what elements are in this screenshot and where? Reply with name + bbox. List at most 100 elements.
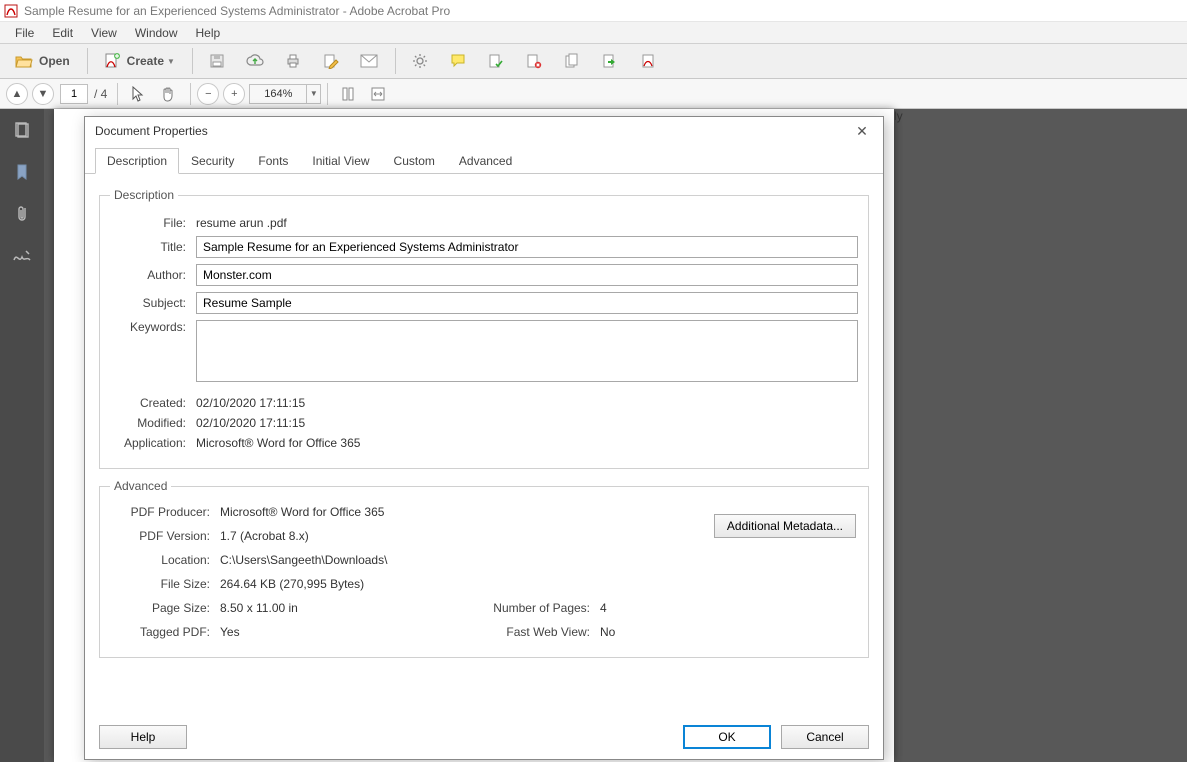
- gear-button[interactable]: [402, 47, 438, 75]
- page-copy-icon: [563, 52, 581, 70]
- nav-thumbnails-icon[interactable]: [11, 119, 33, 141]
- select-tool-button[interactable]: [124, 80, 152, 108]
- tab-custom[interactable]: Custom: [382, 148, 447, 174]
- remove-page-button[interactable]: [516, 47, 552, 75]
- main-toolbar: Open Create ▼: [0, 44, 1187, 79]
- label-modified: Modified:: [110, 416, 196, 430]
- ok-button[interactable]: OK: [683, 725, 771, 749]
- menu-file[interactable]: File: [6, 23, 43, 43]
- nav-attachments-icon[interactable]: [11, 203, 33, 225]
- help-button[interactable]: Help: [99, 725, 187, 749]
- label-producer: PDF Producer:: [110, 505, 220, 519]
- document-properties-dialog: Document Properties ✕ Description Securi…: [84, 116, 884, 760]
- advanced-group: Advanced PDF Producer: Microsoft® Word f…: [99, 479, 869, 658]
- fit-page-icon: [339, 85, 357, 103]
- menu-edit[interactable]: Edit: [43, 23, 82, 43]
- label-author: Author:: [110, 268, 196, 282]
- dialog-footer: Help OK Cancel: [99, 725, 869, 749]
- label-filesize: File Size:: [110, 577, 220, 591]
- copy-page-button[interactable]: [554, 47, 590, 75]
- page-total: / 4: [94, 87, 107, 101]
- keywords-input[interactable]: [196, 320, 858, 382]
- tab-fonts[interactable]: Fonts: [246, 148, 300, 174]
- value-modified: 02/10/2020 17:11:15: [196, 416, 305, 430]
- tab-security[interactable]: Security: [179, 148, 246, 174]
- label-fastweb: Fast Web View:: [480, 625, 600, 639]
- dialog-body: Description File:resume arun .pdf Title:…: [85, 174, 883, 658]
- open-button[interactable]: Open: [6, 47, 79, 75]
- value-tagged: Yes: [220, 625, 480, 639]
- title-input[interactable]: [196, 236, 858, 258]
- email-button[interactable]: [351, 47, 387, 75]
- additional-metadata-button[interactable]: Additional Metadata...: [714, 514, 856, 538]
- label-created: Created:: [110, 396, 196, 410]
- label-pagesize: Page Size:: [110, 601, 220, 615]
- zoom-level[interactable]: 164%: [249, 84, 307, 104]
- pdf-button[interactable]: [630, 47, 666, 75]
- close-icon: ✕: [856, 123, 868, 140]
- dialog-close-button[interactable]: ✕: [851, 120, 873, 142]
- label-tagged: Tagged PDF:: [110, 625, 220, 639]
- subject-input[interactable]: [196, 292, 858, 314]
- menu-window[interactable]: Window: [126, 23, 187, 43]
- label-subject: Subject:: [110, 296, 196, 310]
- zoom-out-button[interactable]: −: [197, 83, 219, 105]
- dialog-tabs: Description Security Fonts Initial View …: [85, 147, 883, 174]
- comment-button[interactable]: [440, 47, 476, 75]
- edit-pencil-button[interactable]: [313, 47, 349, 75]
- convert-page-button[interactable]: [592, 47, 628, 75]
- toolbar-separator: [190, 83, 191, 105]
- value-numpages: 4: [600, 601, 660, 615]
- create-button[interactable]: Create ▼: [94, 47, 184, 75]
- cloud-button[interactable]: [237, 47, 273, 75]
- label-numpages: Number of Pages:: [480, 601, 600, 615]
- plus-icon: +: [231, 88, 237, 100]
- tab-description[interactable]: Description: [95, 148, 179, 174]
- label-file: File:: [110, 216, 196, 230]
- arrow-up-icon: ▲: [12, 88, 23, 100]
- app-window: Sample Resume for an Experienced Systems…: [0, 0, 1187, 762]
- pencil-page-icon: [322, 52, 340, 70]
- menu-view[interactable]: View: [82, 23, 126, 43]
- envelope-icon: [360, 52, 378, 70]
- value-created: 02/10/2020 17:11:15: [196, 396, 305, 410]
- folder-open-icon: [15, 52, 33, 70]
- value-producer: Microsoft® Word for Office 365: [220, 505, 660, 519]
- value-application: Microsoft® Word for Office 365: [196, 436, 360, 450]
- hand-tool-button[interactable]: [154, 80, 182, 108]
- open-label: Open: [39, 54, 70, 68]
- description-group: Description File:resume arun .pdf Title:…: [99, 188, 869, 469]
- document-text-fragment: ly: [894, 109, 903, 762]
- cancel-button[interactable]: Cancel: [781, 725, 869, 749]
- fit-width-icon: [369, 85, 387, 103]
- fit-width-button[interactable]: [364, 80, 392, 108]
- print-button[interactable]: [275, 47, 311, 75]
- chevron-down-icon: ▼: [167, 57, 175, 66]
- stamp-button[interactable]: [478, 47, 514, 75]
- fit-page-button[interactable]: [334, 80, 362, 108]
- page-remove-icon: [525, 52, 543, 70]
- value-version: 1.7 (Acrobat 8.x): [220, 529, 660, 543]
- zoom-in-button[interactable]: +: [223, 83, 245, 105]
- print-icon: [284, 52, 302, 70]
- tab-advanced[interactable]: Advanced: [447, 148, 524, 174]
- value-fastweb: No: [600, 625, 660, 639]
- page-number-input[interactable]: [60, 84, 88, 104]
- tab-initial-view[interactable]: Initial View: [300, 148, 381, 174]
- menu-help[interactable]: Help: [187, 23, 230, 43]
- author-input[interactable]: [196, 264, 858, 286]
- toolbar-separator: [192, 48, 193, 74]
- gear-icon: [411, 52, 429, 70]
- zoom-dropdown[interactable]: ▼: [307, 84, 321, 104]
- nav-signatures-icon[interactable]: [11, 245, 33, 267]
- create-label: Create: [127, 54, 164, 68]
- toolbar-separator: [327, 83, 328, 105]
- save-button[interactable]: [199, 47, 235, 75]
- label-version: PDF Version:: [110, 529, 220, 543]
- minus-icon: −: [205, 88, 211, 100]
- nav-bookmarks-icon[interactable]: [11, 161, 33, 183]
- cloud-upload-icon: [246, 52, 264, 70]
- page-up-button[interactable]: ▲: [6, 83, 28, 105]
- toolbar-separator: [117, 83, 118, 105]
- page-down-button[interactable]: ▼: [32, 83, 54, 105]
